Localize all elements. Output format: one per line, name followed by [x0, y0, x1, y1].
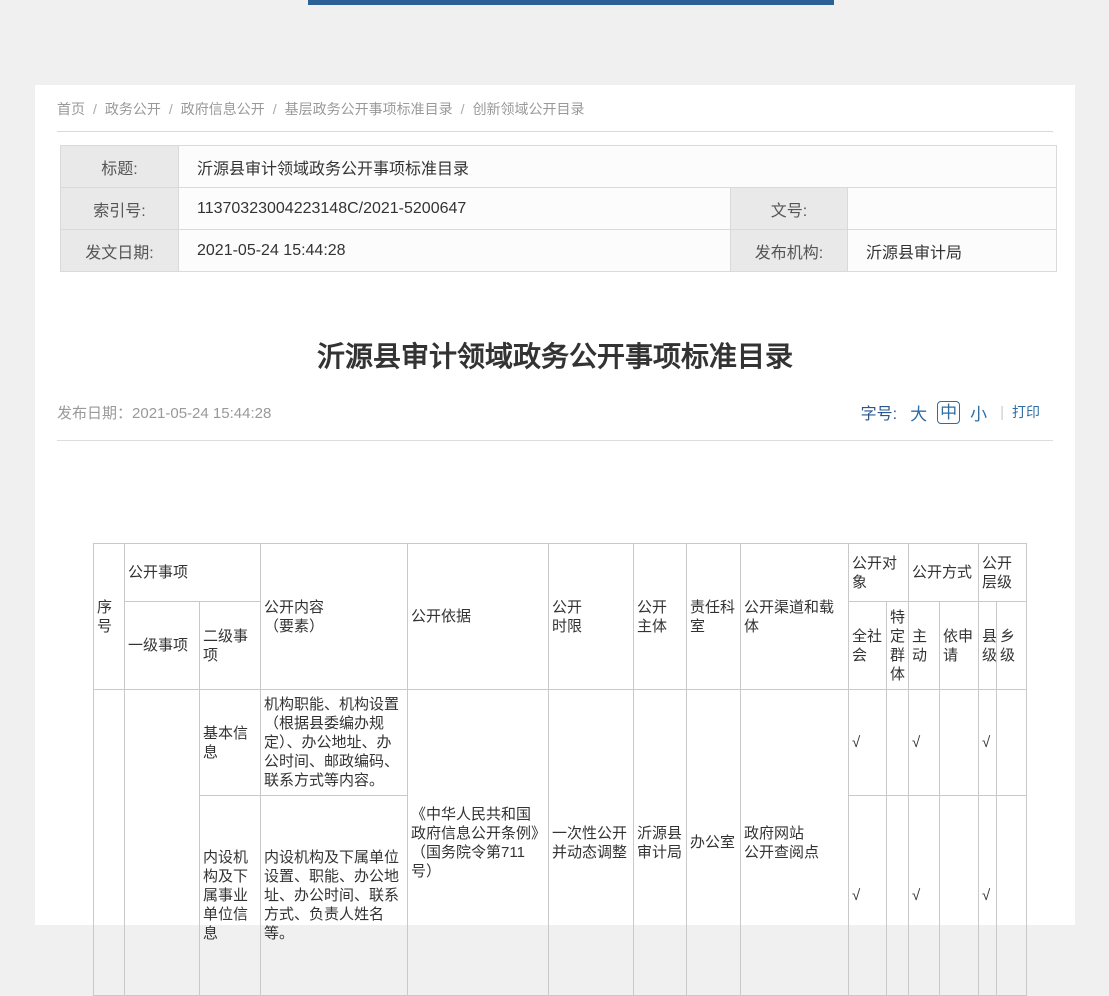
check-on-request — [940, 796, 979, 996]
font-size-medium-button[interactable]: 中 — [937, 401, 960, 424]
print-button[interactable]: 打印 — [1012, 402, 1040, 422]
th-level1: 一级事项 — [125, 602, 200, 690]
breadcrumb-divider — [57, 131, 1053, 132]
breadcrumb-separator: / — [461, 101, 465, 117]
meta-label-docnum: 文号: — [731, 188, 848, 230]
breadcrumb-item-zhengwu[interactable]: 政务公开 — [105, 101, 161, 117]
th-method: 公开方式 — [909, 544, 979, 602]
check-county: √ — [979, 690, 997, 796]
meta-table: 标题: 沂源县审计领域政务公开事项标准目录 索引号: 1137032300422… — [60, 145, 1057, 272]
vertical-divider: | — [1000, 404, 1004, 421]
cell-level1 — [125, 690, 200, 996]
breadcrumb-item-chuangxin[interactable]: 创新领域公开目录 — [473, 101, 585, 117]
breadcrumb: 首页 / 政务公开 / 政府信息公开 / 基层政务公开事项标准目录 / 创新领域公开目录 — [57, 99, 585, 119]
check-specific-groups — [887, 690, 909, 796]
cell-content: 机构职能、机构设置（根据县委编办规定）、办公地址、办公时间、邮政编码、联系方式等… — [261, 690, 408, 796]
article-divider — [57, 440, 1053, 441]
meta-label-index: 索引号: — [61, 188, 179, 230]
cell-content: 内设机构及下属单位设置、职能、办公地址、办公时间、联系方式、负责人姓名等。 — [261, 796, 408, 996]
cell-time-limit: 一次性公开并动态调整 — [549, 690, 634, 996]
meta-row-title: 标题: 沂源县审计领域政务公开事项标准目录 — [61, 146, 1057, 188]
font-size-widget: 字号: 大 中 小 | 打印 — [861, 400, 1040, 425]
th-township: 乡级 — [997, 602, 1027, 690]
check-whole-society: √ — [849, 690, 887, 796]
th-county: 县级 — [979, 602, 997, 690]
breadcrumb-separator: / — [273, 101, 277, 117]
meta-row-index: 索引号: 11370323004223148C/2021-5200647 文号: — [61, 188, 1057, 230]
th-basis: 公开依据 — [408, 544, 549, 690]
th-whole-society: 全社会 — [849, 602, 887, 690]
th-time-limit: 公开 时限 — [549, 544, 634, 690]
th-content: 公开内容 （要素） — [261, 544, 408, 690]
cell-basis: 《中华人民共和国政府信息公开条例》（国务院令第711号） — [408, 690, 549, 996]
th-public-matters: 公开事项 — [125, 544, 261, 602]
cell-level2: 内设机构及下属事业单位信息 — [200, 796, 261, 996]
top-nav-bar-fragment — [308, 0, 834, 5]
th-department: 责任科室 — [687, 544, 741, 690]
th-serial: 序号 — [94, 544, 125, 690]
catalog-table: 序号 公开事项 公开内容 （要素） 公开依据 公开 时限 公开 主体 责任科室 … — [93, 543, 1027, 996]
publish-date-value: 2021-05-24 15:44:28 — [132, 405, 271, 422]
catalog-row-basic-info: 基本信息 机构职能、机构设置（根据县委编办规定）、办公地址、办公时间、邮政编码、… — [94, 690, 1027, 796]
meta-label-agency: 发布机构: — [731, 230, 848, 272]
th-subject: 公开 主体 — [634, 544, 687, 690]
content-card: 首页 / 政务公开 / 政府信息公开 / 基层政务公开事项标准目录 / 创新领域公开目录 标题:… — [35, 85, 1075, 925]
publish-row: 发布日期：2021-05-24 15:44:28 字号: 大 中 小 | 打印 — [57, 399, 1040, 425]
check-township — [997, 796, 1027, 996]
breadcrumb-item-jiceng[interactable]: 基层政务公开事项标准目录 — [285, 101, 453, 117]
th-proactive: 主动 — [909, 602, 940, 690]
check-proactive: √ — [909, 796, 940, 996]
check-township — [997, 690, 1027, 796]
breadcrumb-separator: / — [169, 101, 173, 117]
cell-subject: 沂源县审计局 — [634, 690, 687, 996]
font-size-label: 字号: — [861, 400, 897, 424]
check-on-request — [940, 690, 979, 796]
cell-level2: 基本信息 — [200, 690, 261, 796]
cell-serial — [94, 690, 125, 996]
breadcrumb-separator: / — [93, 101, 97, 117]
font-size-large-button[interactable]: 大 — [910, 400, 927, 425]
th-level: 公开层级 — [979, 544, 1027, 602]
cell-channels: 政府网站 公开查阅点 — [741, 690, 849, 996]
publish-date-label: 发布日期： — [57, 405, 132, 422]
meta-label-issue-date: 发文日期: — [61, 230, 179, 272]
cell-department: 办公室 — [687, 690, 741, 996]
th-audience: 公开对象 — [849, 544, 909, 602]
check-county: √ — [979, 796, 997, 996]
page-title: 沂源县审计领域政务公开事项标准目录 — [35, 339, 1075, 375]
check-whole-society: √ — [849, 796, 887, 996]
font-size-small-button[interactable]: 小 — [970, 400, 987, 425]
th-on-request: 依申请 — [940, 602, 979, 690]
meta-value-agency: 沂源县审计局 — [848, 230, 1057, 272]
meta-row-date: 发文日期: 2021-05-24 15:44:28 发布机构: 沂源县审计局 — [61, 230, 1057, 272]
meta-value-index: 11370323004223148C/2021-5200647 — [179, 188, 731, 230]
th-specific-groups: 特定群体 — [887, 602, 909, 690]
breadcrumb-item-home[interactable]: 首页 — [57, 101, 85, 117]
meta-value-docnum — [848, 188, 1057, 230]
th-level2: 二级事项 — [200, 602, 261, 690]
publish-date: 发布日期：2021-05-24 15:44:28 — [57, 402, 271, 423]
meta-value-issue-date: 2021-05-24 15:44:28 — [179, 230, 731, 272]
th-channels: 公开渠道和载体 — [741, 544, 849, 690]
meta-value-title: 沂源县审计领域政务公开事项标准目录 — [179, 146, 1057, 188]
meta-label-title: 标题: — [61, 146, 179, 188]
check-proactive: √ — [909, 690, 940, 796]
check-specific-groups — [887, 796, 909, 996]
catalog-header-row-1: 序号 公开事项 公开内容 （要素） 公开依据 公开 时限 公开 主体 责任科室 … — [94, 544, 1027, 602]
breadcrumb-item-xinxi[interactable]: 政府信息公开 — [181, 101, 265, 117]
